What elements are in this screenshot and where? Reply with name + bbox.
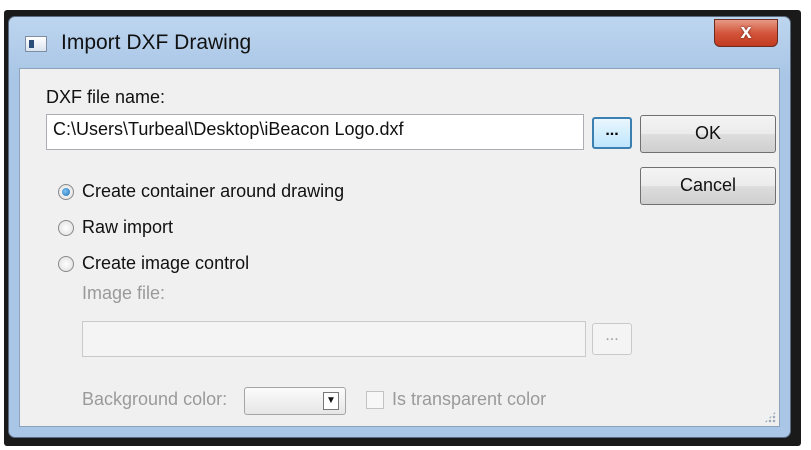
radio-button-icon[interactable] <box>58 256 74 272</box>
cancel-button[interactable]: Cancel <box>640 167 776 205</box>
dxf-file-name-input[interactable]: C:\Users\Turbeal\Desktop\iBeacon Logo.dx… <box>46 114 584 150</box>
option-create-container-label: Create container around drawing <box>82 181 345 201</box>
option-create-image-control-label: Create image control <box>82 253 250 273</box>
browse-image-button[interactable]: ... <box>592 323 632 355</box>
radio-button-icon[interactable] <box>58 220 74 236</box>
image-file-label: Image file: <box>82 283 166 303</box>
transparent-checkbox[interactable] <box>366 391 384 409</box>
dxf-file-name-label: DXF file name: <box>46 87 166 107</box>
background-color-label: Background color: <box>82 389 228 409</box>
dropdown-arrow-icon[interactable]: ▼ <box>323 392 339 410</box>
resize-grip-icon[interactable] <box>764 411 776 423</box>
window-icon <box>25 36 47 52</box>
image-file-input[interactable] <box>82 321 586 357</box>
close-icon: x <box>740 21 752 43</box>
option-raw-import-label: Raw import <box>82 217 174 237</box>
dialog-title: Import DXF Drawing <box>61 31 252 54</box>
transparent-color-label: Is transparent color <box>392 389 547 409</box>
background-color-select[interactable]: ▼ <box>244 387 346 415</box>
ok-button[interactable]: OK <box>640 115 776 153</box>
dialog-body: DXF file name: C:\Users\Turbeal\Desktop\… <box>19 68 780 427</box>
close-button[interactable]: x <box>714 19 778 47</box>
title-bar[interactable]: Import DXF Drawing x <box>9 17 790 67</box>
radio-button-selected-icon[interactable] <box>58 184 74 200</box>
browse-dxf-button[interactable]: ... <box>592 117 632 149</box>
import-dxf-dialog: Import DXF Drawing x DXF file name: C:\U… <box>8 16 791 438</box>
